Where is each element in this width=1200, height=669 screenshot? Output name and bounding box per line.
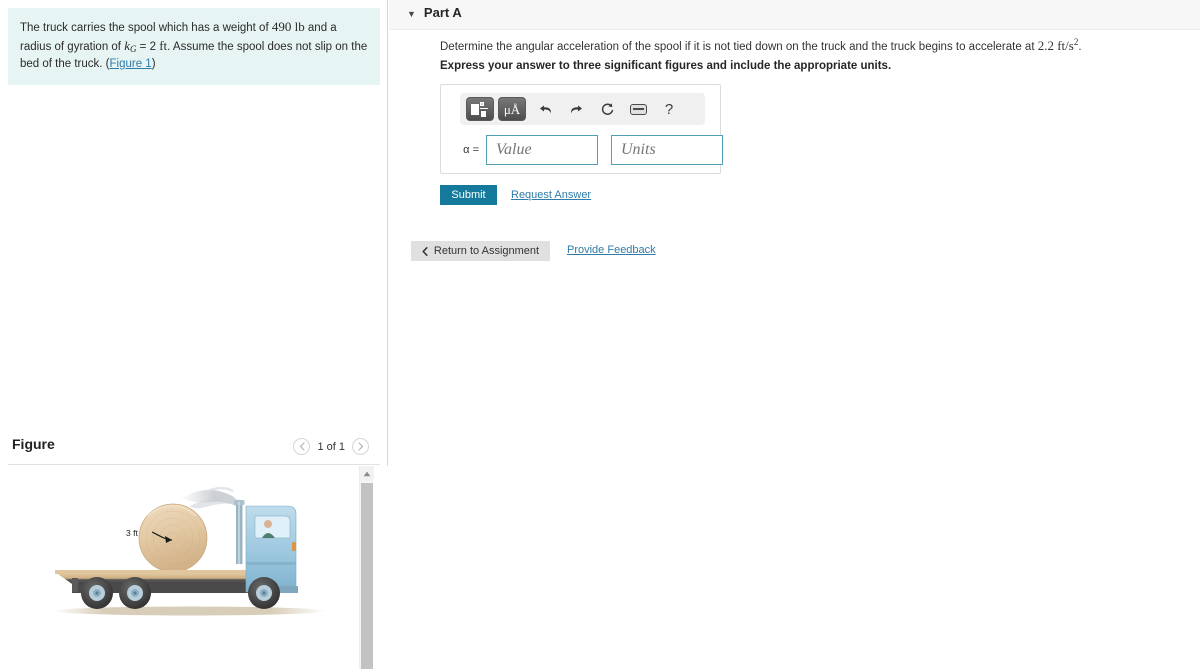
figure-1-link[interactable]: Figure 1 <box>110 58 152 70</box>
problem-text-4: ) <box>151 57 156 70</box>
scroll-up-button[interactable] <box>360 466 374 481</box>
scrollbar-thumb[interactable] <box>361 483 373 669</box>
reset-button[interactable] <box>595 97 619 121</box>
figure-divider <box>8 464 380 465</box>
help-button[interactable]: ? <box>657 97 681 121</box>
chevron-left-icon <box>299 442 305 451</box>
cab-window <box>254 515 291 539</box>
truck-spool-illustration: 3 ft <box>54 486 326 616</box>
question-prompt: Determine the angular acceleration of th… <box>440 37 1082 54</box>
part-a-header[interactable]: ▼ Part A <box>389 0 1200 30</box>
caret-down-icon[interactable]: ▼ <box>407 10 416 19</box>
units-input[interactable] <box>611 135 723 165</box>
driver-head <box>264 520 272 528</box>
redo-icon <box>570 105 582 113</box>
caret-up-icon <box>363 471 371 476</box>
math-template-icon <box>471 101 489 117</box>
front-bumper <box>278 586 298 593</box>
left-panel: The truck carries the spool which has a … <box>0 0 388 669</box>
problem-weight-unit: lb <box>294 19 305 34</box>
undo-icon <box>539 105 551 113</box>
keyboard-button[interactable] <box>626 97 650 121</box>
return-to-assignment-label: Return to Assignment <box>433 245 540 257</box>
figure-body: 3 ft <box>0 466 388 669</box>
mastering-physics-page: The truck carries the spool which has a … <box>0 0 1200 669</box>
figure-page-label: 1 of 1 <box>317 440 345 453</box>
help-label: ? <box>664 100 674 118</box>
significant-figures-note: Express your answer to three significant… <box>440 60 892 72</box>
problem-statement: The truck carries the spool which has a … <box>8 8 380 85</box>
chevron-left-icon <box>422 246 428 256</box>
request-answer-link[interactable]: Request Answer <box>511 189 591 201</box>
figure-pager: 1 of 1 <box>293 438 369 455</box>
return-to-assignment-button[interactable]: Return to Assignment <box>411 241 550 261</box>
answer-variable-label: α = <box>463 144 479 156</box>
radius-label: 3 ft <box>126 528 138 538</box>
question-accel-value: 2.2 <box>1037 37 1054 53</box>
figure-section-title: Figure <box>12 436 55 452</box>
cab-marker-light <box>292 542 296 551</box>
answer-input-row: α = <box>451 135 723 165</box>
redo-button[interactable] <box>564 97 588 121</box>
units-template-button[interactable]: μÅ <box>498 97 526 121</box>
figure-next-button[interactable] <box>352 438 369 455</box>
chevron-right-icon <box>357 442 363 451</box>
problem-kg-unit: ft <box>159 37 168 53</box>
figure-prev-button[interactable] <box>293 438 311 455</box>
keyboard-icon <box>629 103 647 115</box>
problem-text-1: The truck carries the spool which has a … <box>20 22 272 34</box>
value-input[interactable] <box>486 135 598 165</box>
bed-plank <box>55 570 262 574</box>
units-template-label: μÅ <box>503 101 521 117</box>
problem-weight-value: 490 <box>271 19 292 34</box>
question-accel-unit: ft/s <box>1057 37 1074 53</box>
answer-entry-widget: μÅ ? α = Value Units <box>440 84 723 174</box>
undo-button[interactable] <box>533 97 557 121</box>
submit-button[interactable]: Submit <box>440 185 497 205</box>
question-period: . <box>1078 40 1082 53</box>
question-prompt-text: Determine the angular acceleration of th… <box>440 40 1038 53</box>
provide-feedback-link[interactable]: Provide Feedback <box>567 244 656 256</box>
answer-toolbar: μÅ ? <box>460 93 705 125</box>
reset-icon <box>601 102 613 115</box>
problem-kg-equals: = 2 <box>136 40 160 53</box>
exhaust-smoke <box>183 486 239 509</box>
part-a-title: Part A <box>423 5 462 20</box>
figure-scrollbar[interactable] <box>359 466 374 669</box>
right-panel: ▼ Part A Determine the angular accelerat… <box>389 0 1200 669</box>
math-template-button[interactable] <box>466 97 494 121</box>
